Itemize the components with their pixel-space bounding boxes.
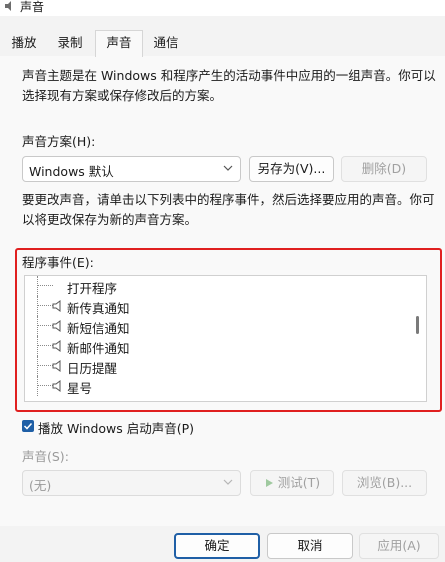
speaker-icon	[52, 380, 61, 392]
ok-button[interactable]: 确定	[174, 533, 260, 559]
event-label: 打开程序	[67, 281, 118, 296]
sound-selected-value: (无)	[29, 478, 52, 493]
scheme-dropdown[interactable]: Windows 默认	[22, 156, 241, 182]
chevron-down-icon	[223, 479, 233, 485]
event-label: 日历提醒	[67, 361, 118, 376]
chevron-down-icon	[223, 165, 233, 171]
list-item[interactable]: 打开程序	[25, 276, 415, 296]
test-button-label: 测试(T)	[277, 475, 321, 490]
list-item[interactable]: 星号	[25, 376, 415, 396]
list-item[interactable]: 新短信通知	[25, 316, 415, 336]
event-label: 新短信通知	[67, 321, 130, 336]
startup-sound-checkbox[interactable]	[22, 420, 34, 432]
cancel-button[interactable]: 取消	[267, 533, 353, 559]
instructions-line1: 要更改声音，请单击以下列表中的程序事件，然后选择要应用的声音。你可	[22, 192, 435, 207]
apply-button[interactable]: 应用(A)	[359, 533, 439, 559]
speaker-icon	[52, 320, 61, 332]
title-bar: 声音	[0, 0, 445, 16]
browse-button[interactable]: 浏览(B)...	[342, 470, 427, 496]
tab-playback[interactable]: 播放	[4, 32, 44, 56]
event-label: 新传真通知	[67, 301, 130, 316]
speaker-icon	[5, 1, 11, 11]
list-item[interactable]: 日历提醒	[25, 356, 415, 376]
tab-communications[interactable]: 通信	[146, 32, 186, 56]
window-title: 声音	[20, 0, 45, 14]
tab-sounds[interactable]: 声音	[95, 30, 143, 57]
intro-text-line1: 声音主题是在 Windows 和程序产生的活动事件中应用的一组声音。你可以	[22, 68, 436, 83]
scheme-label: 声音方案(H):	[22, 134, 96, 149]
delete-button[interactable]: 删除(D)	[341, 156, 427, 182]
speaker-icon	[52, 340, 61, 352]
play-icon	[265, 479, 273, 487]
event-label: 新邮件通知	[67, 341, 130, 356]
startup-sound-label[interactable]: 播放 Windows 启动声音(P)	[38, 418, 194, 437]
program-events-list[interactable]: 打开程序 新传真通知 新短信通知 新邮件通知 日历提醒 星号	[24, 275, 427, 402]
event-label: 星号	[67, 381, 93, 396]
save-as-button[interactable]: 另存为(V)...	[249, 156, 334, 182]
sound-dropdown[interactable]: (无)	[22, 470, 241, 496]
tab-recording[interactable]: 录制	[50, 32, 90, 56]
sound-label: 声音(S):	[22, 449, 69, 464]
checkmark-icon	[23, 422, 33, 430]
list-item[interactable]: 新传真通知	[25, 296, 415, 316]
events-label: 程序事件(E):	[22, 255, 94, 270]
test-button[interactable]: 测试(T)	[250, 470, 334, 496]
speaker-icon	[52, 360, 61, 372]
list-scrollbar-thumb[interactable]	[416, 316, 419, 334]
intro-text-line2: 选择现有方案或保存修改后的方案。	[22, 88, 223, 103]
instructions-line2: 以将更改保存为新的声音方案。	[22, 212, 198, 227]
speaker-icon	[52, 300, 61, 312]
list-item[interactable]: 新邮件通知	[25, 336, 415, 356]
scheme-selected-value: Windows 默认	[29, 164, 114, 179]
tab-strip: 播放 录制 声音 通信	[0, 30, 445, 57]
